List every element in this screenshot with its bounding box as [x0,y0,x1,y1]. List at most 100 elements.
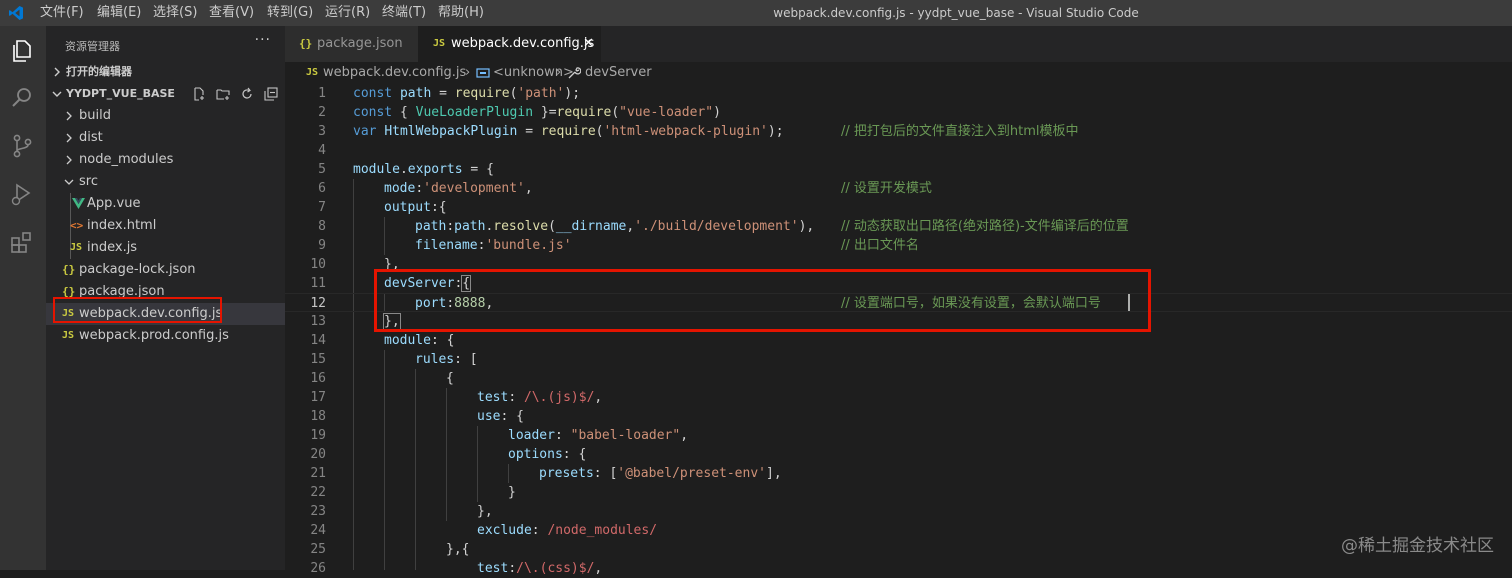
search-icon[interactable] [9,85,35,111]
code-line: 15 rules: [ [285,350,1512,369]
token: . [399,162,408,177]
collapse-all-icon[interactable] [264,87,278,101]
js-file-icon: JS [433,38,446,49]
more-actions-icon[interactable]: ··· [255,32,271,48]
tree-file-package-lock-json[interactable]: {} package-lock.json [46,259,285,281]
code-text: },{ [446,540,469,559]
js-file-icon: JS [62,330,75,341]
code-line: 14 module: { [285,331,1512,350]
code-line: 8 path:path.resolve(__dirname,'./build/de… [285,217,1512,236]
line-number: 21 [310,466,326,481]
token: ] [766,466,774,481]
line-number: 22 [310,485,326,500]
code-line: 24 exclude: /node_modules/ [285,521,1512,540]
code-text: }, [477,502,493,521]
token: var [353,124,377,139]
close-icon[interactable]: ✕ [583,26,594,62]
line-number: 26 [310,561,326,576]
token: = [431,86,455,101]
explorer-icon[interactable] [9,38,35,64]
tab-package-json[interactable]: {} package.json [285,26,418,62]
token: { [516,409,524,424]
run-debug-icon[interactable] [9,181,35,207]
code-line: 17 test: /\.(js)$/, [285,388,1512,407]
chevron-down-icon [52,91,62,97]
window-title: webpack.dev.config.js - yydpt_vue_base -… [773,6,1139,20]
source-control-icon[interactable] [9,133,35,159]
line-number: 18 [310,409,326,424]
code-comment: // 出口文件名 [841,238,919,253]
token: : [554,428,571,443]
breadcrumb-file[interactable]: webpack.dev.config.js [323,62,466,84]
tree-file-index-html[interactable]: <> index.html [46,215,285,237]
token: output [384,200,431,215]
line-number: 24 [310,523,326,538]
breadcrumb-symbol-unknown[interactable]: <unknown> [493,62,574,84]
token: { [446,333,455,348]
new-folder-icon[interactable] [216,87,230,101]
code-text: exclude: /node_modules/ [477,521,657,540]
tree-folder-build[interactable]: build [46,105,285,127]
js-file-icon: JS [306,67,319,78]
line-number: 2 [318,105,326,120]
line-number: 9 [318,238,326,253]
line-number: 25 [310,542,326,557]
token: { [446,371,454,386]
chevron-down-icon [64,179,74,185]
tree-file-index-js[interactable]: JS index.js [46,237,285,259]
tree-folder-src[interactable]: src [46,171,285,193]
extensions-icon[interactable] [9,229,35,255]
token: path [415,219,447,234]
tree-file-app-vue[interactable]: App.vue [46,193,285,215]
line-number: 10 [310,257,326,272]
sidebar-title: 资源管理器 [65,40,120,53]
project-section[interactable]: YYDPT_VUE_BASE [46,83,285,105]
tree-item-label: index.html [87,218,157,233]
tree-item-label: package-lock.json [79,262,196,277]
line-number: 16 [310,371,326,386]
code-text: const { VueLoaderPlugin }=require("vue-l… [353,103,721,122]
token: },{ [446,542,470,557]
tree-item-label: App.vue [87,196,141,211]
token: 'path' [517,86,565,101]
token: "babel-loader" [570,428,681,443]
tab-label: package.json [317,36,403,51]
line-number: 13 [310,314,326,329]
token: , [524,181,533,196]
open-editors-section[interactable]: 打开的编辑器 [46,61,285,83]
highlight-box-devserver [374,269,1151,332]
code-text: { [446,369,454,388]
code-line: 21 presets: ['@babel/preset-env'], [285,464,1512,483]
tree-folder-dist[interactable]: dist [46,127,285,149]
token: module [384,333,431,348]
breadcrumb-separator: › [556,65,562,80]
token: /\.(css)$/ [516,561,595,576]
token: : [562,447,579,462]
new-file-icon[interactable] [192,87,206,101]
token: options [508,447,563,462]
code-text: presets: ['@babel/preset-env'], [539,464,782,483]
json-file-icon: {} [62,263,76,276]
refresh-icon[interactable] [240,87,254,101]
code-line: 4 [285,141,1512,160]
tab-webpack-dev-config[interactable]: JS webpack.dev.config.js ✕ [418,26,601,62]
token: require [556,105,612,120]
token: , [594,390,603,405]
token: , [680,428,689,443]
token: './build/development' [634,219,799,234]
line-number: 15 [310,352,326,367]
highlight-box-file [53,297,222,323]
tree-file-webpack-prod-config[interactable]: JS webpack.prod.config.js [46,325,285,347]
token: [ [469,352,478,367]
breadcrumb-symbol-devserver[interactable]: devServer [585,62,652,84]
code-line: 25 },{ [285,540,1512,559]
token: : [415,181,424,196]
code-line: 1 const path = require('path'); [285,84,1512,103]
token: }, [477,504,493,519]
code-line: 18 use: { [285,407,1512,426]
code-text: module: { [384,331,454,350]
tree-folder-node-modules[interactable]: node_modules [46,149,285,171]
line-number: 17 [310,390,326,405]
token: ( [548,219,556,234]
code-line: 19 loader: "babel-loader", [285,426,1512,445]
